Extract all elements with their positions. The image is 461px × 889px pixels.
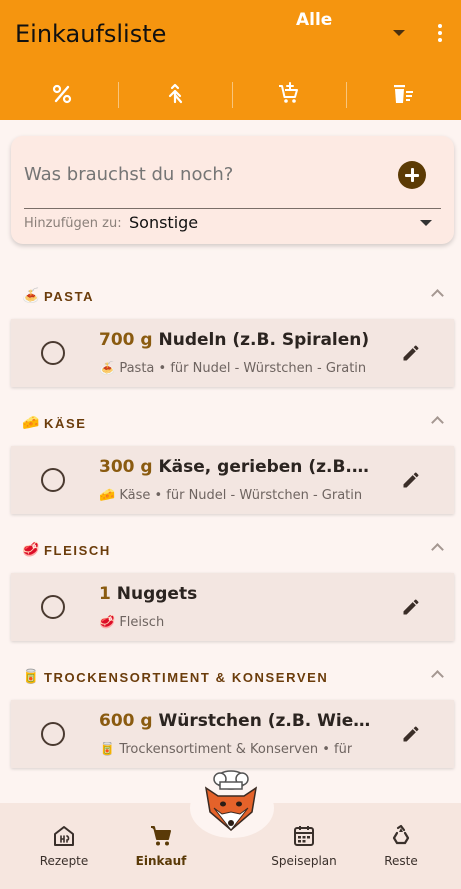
nav-label: Einkauf (135, 854, 187, 868)
cart-add-button[interactable] (232, 74, 345, 114)
nav-item-rezepte[interactable]: Rezepte (18, 824, 110, 876)
app-bar: Einkaufsliste Alle (0, 0, 461, 120)
chevron-up-icon[interactable] (431, 543, 444, 556)
section-header-fleisch[interactable]: 🥩 FLEISCH (0, 535, 461, 565)
item-quantity: 600 g (99, 711, 153, 731)
add-to-label: Hinzufügen zu: (24, 216, 122, 231)
item-title: 700 g Nudeln (z.B. Spiralen) (99, 330, 369, 350)
item-name: Würstchen (z.B. Wiener) (158, 711, 372, 731)
item-category-icon: 🧀 (99, 488, 116, 503)
nav-item-einkauf[interactable]: Einkauf (115, 824, 207, 876)
section-title: FLEISCH (44, 543, 111, 558)
list-item[interactable]: 700 g Nudeln (z.B. Spiralen) 🍝 Pasta • f… (11, 319, 454, 387)
pasta-icon: 🍝 (22, 287, 40, 303)
filter-dropdown-value[interactable]: Alle (296, 10, 332, 30)
merge-icon (168, 83, 182, 104)
chevron-up-icon[interactable] (431, 289, 444, 302)
item-checkbox[interactable] (41, 468, 65, 492)
item-details: 🍝 Pasta • für Nudel - Würstchen - Gratin (99, 361, 366, 376)
item-category-icon: 🥩 (99, 615, 116, 630)
item-category-icon: 🥫 (99, 742, 116, 757)
recipe-book-icon (54, 826, 74, 846)
page-title: Einkaufsliste (15, 20, 167, 48)
item-name: Nuggets (116, 584, 198, 604)
cart-icon (151, 826, 171, 846)
nav-item-reste[interactable]: Reste (355, 824, 447, 876)
item-detail-text: Käse • für Nudel - Würstchen - Gratin (119, 488, 363, 503)
item-name: Käse, gerieben (z.B. Parmesan) (158, 457, 372, 477)
item-quantity: 1 (99, 584, 111, 604)
item-detail-text: Trockensortiment & Konserven • für (119, 742, 353, 757)
list-item[interactable]: 300 g Käse, gerieben (z.B. Parmesan) 🧀 K… (11, 446, 454, 514)
section-header-trockensortiment[interactable]: 🥫 TROCKENSORTIMENT & KONSERVEN (0, 662, 461, 692)
meat-icon: 🥩 (22, 541, 40, 557)
nav-item-speiseplan[interactable]: Speiseplan (258, 824, 350, 876)
chevron-up-icon[interactable] (431, 670, 444, 683)
item-details: 🥫 Trockensortiment & Konserven • für (99, 742, 352, 757)
clear-list-icon (393, 85, 413, 103)
section-header-kaese[interactable]: 🧀 KÄSE (0, 408, 461, 438)
list-item[interactable]: 600 g Würstchen (z.B. Wiener) 🥫 Trockens… (11, 700, 454, 768)
item-quantity: 700 g (99, 330, 153, 350)
item-quantity: 300 g (99, 457, 153, 477)
percent-button[interactable] (5, 74, 118, 114)
edit-pencil-icon[interactable] (401, 343, 421, 363)
percent-icon (52, 84, 71, 104)
item-title: 1 Nuggets (99, 584, 197, 604)
item-details: 🥩 Fleisch (99, 615, 164, 630)
add-to-category-select[interactable]: Sonstige (129, 213, 198, 232)
item-category-icon: 🍝 (99, 361, 116, 376)
section-title: PASTA (44, 289, 95, 304)
recycle-icon (392, 824, 410, 845)
clear-list-button[interactable] (346, 74, 459, 114)
cart-add-icon (278, 82, 298, 103)
section-title: KÄSE (44, 416, 87, 431)
item-checkbox[interactable] (41, 595, 65, 619)
canned-food-icon: 🥫 (22, 668, 40, 684)
item-title: 300 g Käse, gerieben (z.B. Parmesan) (99, 457, 371, 477)
item-title: 600 g Würstchen (z.B. Wiener) (99, 711, 371, 731)
nav-label: Speiseplan (271, 854, 337, 868)
list-item[interactable]: 1 Nuggets 🥩 Fleisch (11, 573, 454, 641)
calendar-icon (294, 826, 314, 846)
divider (24, 208, 441, 209)
edit-pencil-icon[interactable] (401, 470, 421, 490)
item-checkbox[interactable] (41, 722, 65, 746)
more-options-icon[interactable] (434, 24, 446, 44)
add-item-input[interactable] (24, 164, 374, 185)
add-item-button[interactable] (398, 161, 426, 189)
merge-button[interactable] (118, 74, 231, 114)
nav-label: Reste (384, 854, 418, 868)
section-header-pasta[interactable]: 🍝 PASTA (0, 281, 461, 311)
edit-pencil-icon[interactable] (401, 724, 421, 744)
chevron-down-icon[interactable] (420, 220, 432, 226)
filter-dropdown-arrow-icon[interactable] (393, 30, 405, 36)
item-name: Nudeln (z.B. Spiralen) (158, 330, 370, 350)
item-detail-text: Fleisch (119, 615, 165, 630)
add-item-card: Hinzufügen zu: Sonstige (11, 136, 454, 244)
toolbar (0, 74, 461, 114)
item-detail-text: Pasta • für Nudel - Würstchen - Gratin (119, 361, 367, 376)
edit-pencil-icon[interactable] (401, 597, 421, 617)
item-details: 🧀 Käse • für Nudel - Würstchen - Gratin (99, 488, 362, 503)
item-checkbox[interactable] (41, 341, 65, 365)
chevron-up-icon[interactable] (431, 416, 444, 429)
section-title: TROCKENSORTIMENT & KONSERVEN (44, 670, 329, 685)
cheese-icon: 🧀 (22, 414, 40, 430)
nav-label: Rezepte (39, 854, 89, 868)
